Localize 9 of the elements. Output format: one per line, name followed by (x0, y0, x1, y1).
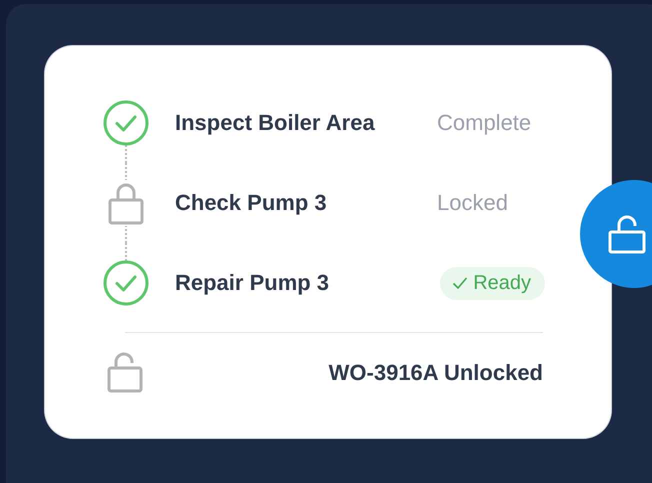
status-label: Ready (473, 272, 531, 294)
step-title: Inspect Boiler Area (175, 110, 376, 136)
step-title: Check Pump 3 (175, 190, 328, 216)
padlock-icon (608, 214, 648, 254)
step-title: Repair Pump 3 (175, 270, 330, 296)
work-order-status: WO-3916A Unlocked (328, 360, 543, 386)
status-label: Locked (437, 190, 509, 216)
check-icon (452, 276, 468, 290)
status-label: Complete (437, 110, 532, 136)
